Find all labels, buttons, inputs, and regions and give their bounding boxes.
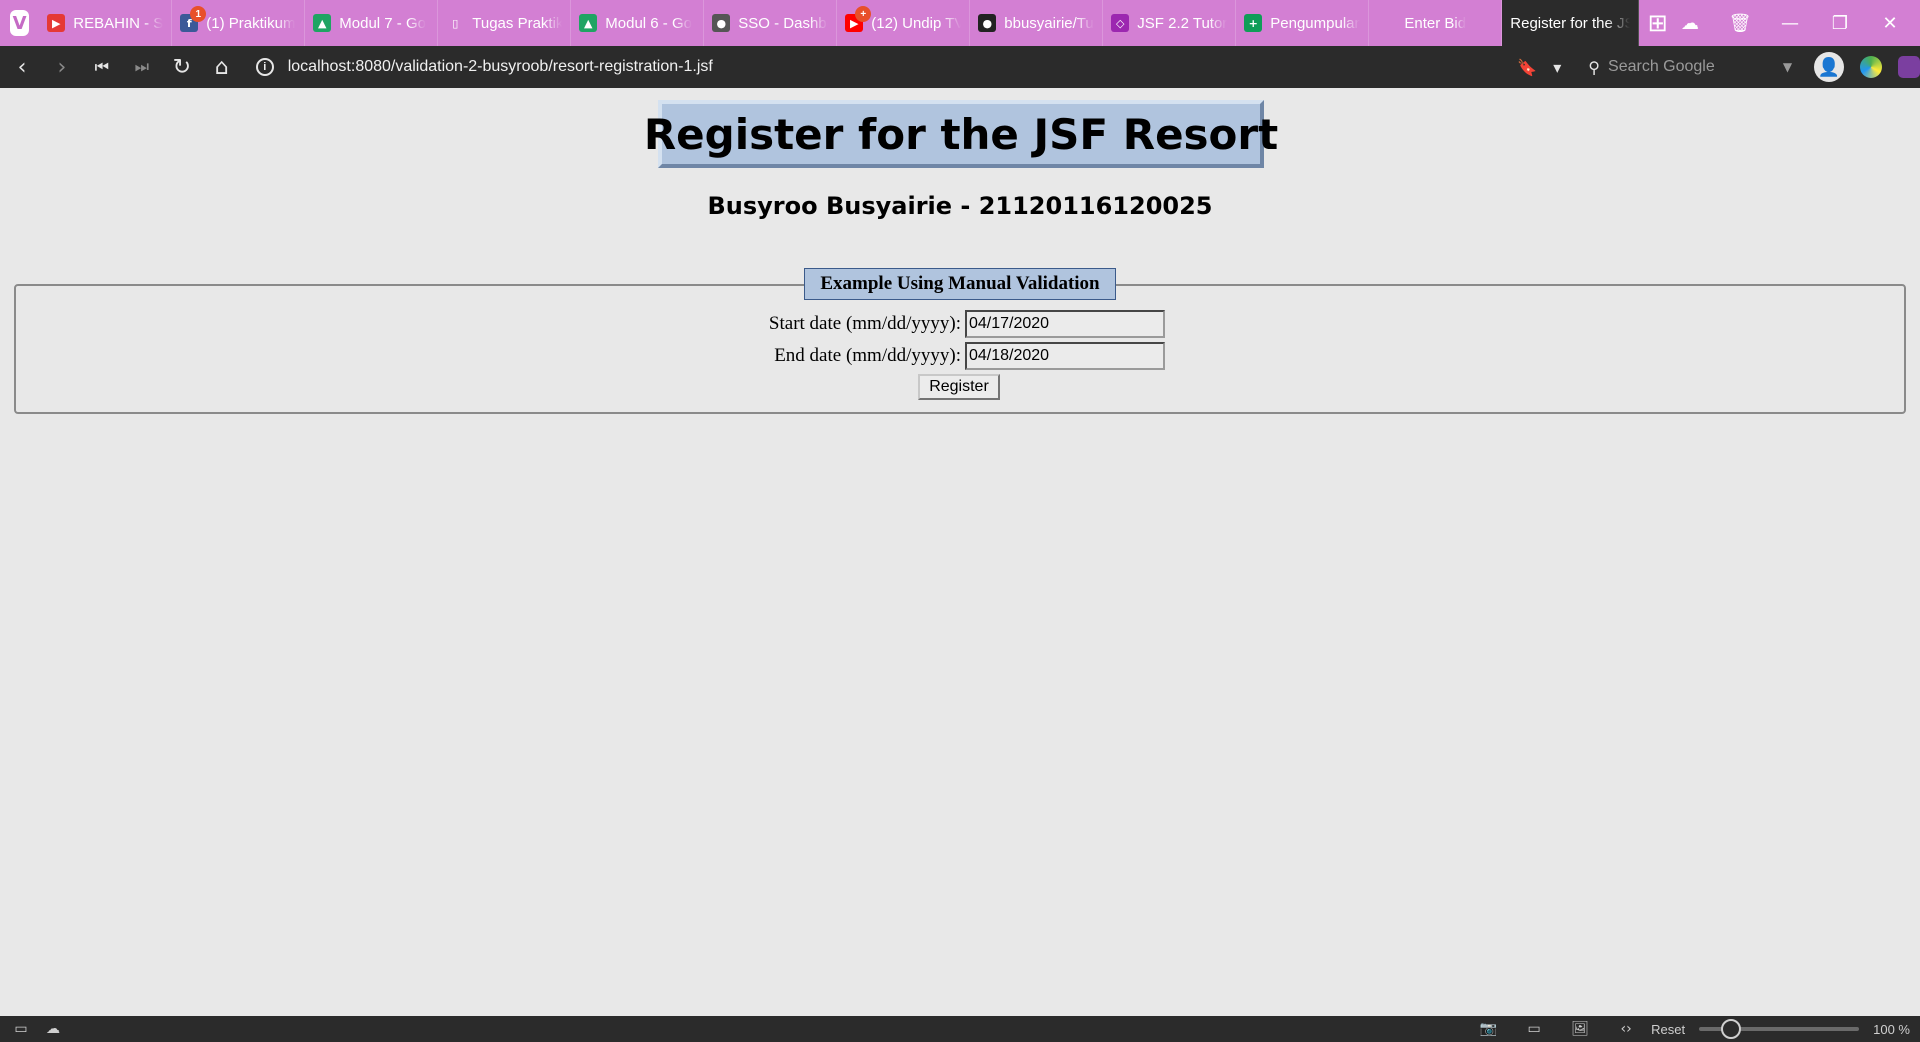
zoom-slider[interactable] bbox=[1699, 1019, 1860, 1039]
author-subtitle: Busyroo Busyairie - 21120116120025 bbox=[707, 192, 1213, 220]
site-info-icon[interactable]: i bbox=[255, 58, 274, 76]
search-input[interactable]: ⚲ Search Google ▼ bbox=[1580, 50, 1800, 84]
tab-label: Tugas Praktik bbox=[472, 14, 563, 32]
favicon-icon: ▲ bbox=[313, 14, 332, 32]
start-date-input[interactable] bbox=[965, 310, 1165, 338]
code-icon[interactable]: ‹› bbox=[1615, 1021, 1637, 1037]
trash-icon[interactable]: 🗑 bbox=[1718, 4, 1762, 42]
tab-5[interactable]: ● SSO - Dashbo bbox=[704, 0, 838, 46]
end-date-label: End date (mm/dd/yyyy): bbox=[774, 345, 961, 366]
tab-label: REBAHIN - S bbox=[73, 14, 164, 32]
tab-4[interactable]: ▲ Modul 6 - Go bbox=[571, 0, 705, 46]
zoom-reset-button[interactable]: Reset bbox=[1651, 1022, 1685, 1037]
image-icon[interactable]: 🖼 bbox=[1569, 1021, 1591, 1037]
cloud-icon[interactable]: ☁ bbox=[42, 1021, 64, 1037]
tab-label: (1) Praktikum bbox=[206, 14, 296, 32]
panel-toggle-icon[interactable]: ▭ bbox=[10, 1021, 32, 1037]
notification-badge: + bbox=[855, 6, 872, 22]
tab-1[interactable]: f 1 (1) Praktikum bbox=[172, 0, 306, 46]
tab-2[interactable]: ▲ Modul 7 - Go bbox=[305, 0, 439, 46]
search-engine-dropdown-icon[interactable]: ▼ bbox=[1783, 60, 1792, 74]
zoom-level: 100 % bbox=[1873, 1021, 1910, 1037]
end-date-input[interactable] bbox=[965, 342, 1165, 370]
register-button[interactable]: Register bbox=[918, 374, 1000, 400]
url-field[interactable]: i localhost:8080/validation-2-busyroob/r… bbox=[255, 50, 1513, 84]
window-controls: ☁ 🗑 — ❐ ✕ bbox=[1668, 4, 1920, 42]
instagram-icon[interactable] bbox=[1898, 56, 1920, 78]
tab-label: Pengumpulan bbox=[1270, 14, 1361, 32]
notification-badge: 1 bbox=[190, 6, 207, 22]
search-icon: ⚲ bbox=[1588, 57, 1601, 77]
restore-icon[interactable]: ❐ bbox=[1818, 4, 1862, 42]
tab-0[interactable]: ▶ REBAHIN - S bbox=[39, 0, 173, 46]
url-text: localhost:8080/validation-2-busyroob/res… bbox=[287, 58, 713, 75]
extension-icon[interactable] bbox=[1860, 56, 1882, 78]
forward-icon[interactable]: › bbox=[42, 49, 82, 85]
tab-label: SSO - Dashbo bbox=[738, 14, 829, 32]
tab-label: Register for the JSF Resort bbox=[1510, 14, 1630, 32]
new-tab-icon[interactable]: ⊞ bbox=[1647, 9, 1668, 37]
vivaldi-menu-icon[interactable]: V bbox=[10, 10, 30, 36]
tab-label: JSF 2.2 Tutori bbox=[1137, 14, 1228, 32]
page-content: Register for the JSF Resort Busyroo Busy… bbox=[0, 88, 1920, 1016]
minimize-icon[interactable]: — bbox=[1768, 4, 1812, 42]
tab-3[interactable]: ▯ Tugas Praktik bbox=[438, 0, 572, 46]
reload-icon[interactable]: ↻ bbox=[162, 49, 202, 85]
page-title: Register for the JSF Resort bbox=[643, 109, 1279, 159]
tab-label: (12) Undip TV bbox=[871, 14, 962, 32]
tab-8[interactable]: ◇ JSF 2.2 Tutori bbox=[1103, 0, 1237, 46]
page-title-box: Register for the JSF Resort bbox=[644, 100, 1278, 168]
status-bar: ▭ ☁ 📷 ▭ 🖼 ‹› Reset 100 % bbox=[0, 1016, 1920, 1042]
tab-10[interactable]: Enter Bid bbox=[1369, 0, 1503, 46]
end-date-row: End date (mm/dd/yyyy): bbox=[0, 342, 1920, 370]
home-icon[interactable]: ⌂ bbox=[202, 49, 242, 85]
tab-6[interactable]: ▶ + (12) Undip TV bbox=[837, 0, 971, 46]
favicon-icon: ● bbox=[712, 14, 731, 32]
zoom-slider-handle[interactable] bbox=[1721, 1019, 1742, 1039]
close-icon[interactable]: ✕ bbox=[1868, 4, 1912, 42]
fieldset-legend: Example Using Manual Validation bbox=[804, 268, 1116, 300]
favicon-icon: ● bbox=[978, 14, 997, 32]
profile-icon[interactable]: 👤 bbox=[1814, 52, 1845, 82]
favicon-icon: ◇ bbox=[1111, 14, 1130, 32]
rewind-icon[interactable]: ⏮ bbox=[82, 49, 122, 85]
chevron-down-icon[interactable]: ▾ bbox=[1542, 58, 1572, 77]
tab-label: Enter Bid bbox=[1404, 14, 1467, 32]
favicon-icon: ▲ bbox=[579, 14, 598, 32]
tab-bar: V ▶ REBAHIN - S f 1 (1) Praktikum ▲ Modul 7 - … bbox=[0, 0, 1920, 46]
bookmark-icon[interactable]: 🔖 bbox=[1512, 58, 1542, 77]
tab-strip: ▶ REBAHIN - S f 1 (1) Praktikum ▲ Modul 7 - Go… bbox=[39, 0, 1640, 46]
favicon-icon: ▶ bbox=[47, 14, 66, 32]
window-icon[interactable]: ▭ bbox=[1523, 1021, 1545, 1037]
fast-forward-icon[interactable]: ⏭ bbox=[122, 49, 162, 85]
tab-11[interactable]: Register for the JSF Resort bbox=[1502, 0, 1640, 46]
back-icon[interactable]: ‹ bbox=[2, 49, 42, 85]
favicon-icon: ▯ bbox=[452, 16, 459, 30]
camera-icon[interactable]: 📷 bbox=[1477, 1021, 1499, 1037]
address-bar: ‹ › ⏮ ⏭ ↻ ⌂ i localhost:8080/validation-… bbox=[0, 46, 1920, 88]
tab-label: Modul 7 - Go bbox=[339, 14, 426, 32]
search-placeholder: Search Google bbox=[1608, 58, 1715, 75]
start-date-label: Start date (mm/dd/yyyy): bbox=[768, 313, 961, 334]
favicon-icon: + bbox=[1244, 14, 1263, 32]
cloud-sync-icon[interactable]: ☁ bbox=[1668, 4, 1712, 42]
tab-label: Modul 6 - Go bbox=[605, 14, 692, 32]
tab-9[interactable]: + Pengumpulan bbox=[1236, 0, 1370, 46]
start-date-row: Start date (mm/dd/yyyy): bbox=[0, 310, 1920, 338]
tab-7[interactable]: ● bbusyairie/Tu bbox=[970, 0, 1104, 46]
tab-label: bbusyairie/Tu bbox=[1004, 14, 1094, 32]
